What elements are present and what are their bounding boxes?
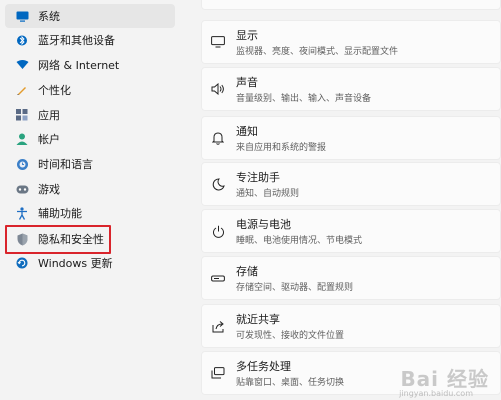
watermark-url: jingyan.baidu.com xyxy=(399,389,473,398)
person-icon xyxy=(15,132,29,146)
share-icon xyxy=(210,318,226,334)
gamepad-icon xyxy=(15,182,29,196)
accessibility-icon xyxy=(15,206,29,220)
card-title: 就近共享 xyxy=(236,313,280,326)
sidebar-item-gaming[interactable]: 游戏 xyxy=(5,177,175,201)
card-subtitle: 睡眠、电池使用情况、节电模式 xyxy=(236,236,363,246)
sidebar: 系统 蓝牙和其他设备 网络 & Internet 个性化 应用 帐户 时间和语言… xyxy=(0,0,185,400)
bell-icon xyxy=(210,130,226,146)
settings-card-focus-assist[interactable]: 专注助手 通知、自动规则 xyxy=(201,162,501,206)
settings-card-storage[interactable]: 存储 存储空间、驱动器、配置规则 xyxy=(201,256,501,300)
sidebar-item-label: 蓝牙和其他设备 xyxy=(38,34,115,47)
speaker-icon xyxy=(210,81,226,97)
card-subtitle: 存储空间、驱动器、配置规则 xyxy=(236,283,354,293)
update-icon xyxy=(15,256,29,270)
sidebar-item-apps[interactable]: 应用 xyxy=(5,103,175,127)
settings-panel: 显示 监视器、亮度、夜间模式、显示配置文件 声音 音量级别、输出、输入、声音设备… xyxy=(201,0,501,400)
card-subtitle: 贴靠窗口、桌面、任务切换 xyxy=(236,378,345,388)
storage-icon xyxy=(210,270,226,286)
card-subtitle: 监视器、亮度、夜间模式、显示配置文件 xyxy=(236,47,399,57)
pencil-icon xyxy=(15,83,29,97)
sidebar-item-label: 网络 & Internet xyxy=(38,59,120,72)
settings-card-partial xyxy=(201,0,501,10)
card-subtitle: 通知、自动规则 xyxy=(236,189,300,199)
bluetooth-icon xyxy=(15,33,29,47)
display-icon xyxy=(210,34,226,50)
sidebar-item-network[interactable]: 网络 & Internet xyxy=(5,53,175,77)
card-title: 声音 xyxy=(236,76,258,89)
card-subtitle: 可发现性、接收的文件位置 xyxy=(236,331,345,341)
monitor-icon xyxy=(15,9,29,23)
sidebar-item-label: 个性化 xyxy=(38,84,71,97)
sidebar-item-label: 系统 xyxy=(38,10,60,23)
sidebar-item-personalization[interactable]: 个性化 xyxy=(5,78,175,102)
sidebar-item-label: 游戏 xyxy=(38,183,60,196)
apps-icon xyxy=(15,108,29,122)
highlight-box xyxy=(5,225,111,254)
card-title: 多任务处理 xyxy=(236,360,291,373)
sidebar-item-accessibility[interactable]: 辅助功能 xyxy=(5,201,175,225)
sidebar-item-label: 帐户 xyxy=(38,133,60,146)
sidebar-item-label: 时间和语言 xyxy=(38,158,93,171)
sidebar-item-label: 辅助功能 xyxy=(38,207,82,220)
card-title: 电源与电池 xyxy=(236,218,291,231)
card-title: 显示 xyxy=(236,29,258,42)
wifi-icon xyxy=(15,58,29,72)
card-title: 专注助手 xyxy=(236,171,280,184)
card-subtitle: 来自应用和系统的警报 xyxy=(236,143,327,153)
sidebar-item-bluetooth[interactable]: 蓝牙和其他设备 xyxy=(5,28,175,52)
sidebar-item-accounts[interactable]: 帐户 xyxy=(5,127,175,151)
settings-card-notifications[interactable]: 通知 来自应用和系统的警报 xyxy=(201,116,501,160)
multitask-icon xyxy=(210,365,226,381)
sidebar-item-windows-update[interactable]: Windows 更新 xyxy=(5,251,175,275)
settings-card-nearby-sharing[interactable]: 就近共享 可发现性、接收的文件位置 xyxy=(201,304,501,348)
globe-clock-icon xyxy=(15,157,29,171)
watermark-logo: Bai 经验 xyxy=(400,367,489,391)
sidebar-item-label: 应用 xyxy=(38,109,60,122)
sidebar-item-system[interactable]: 系统 xyxy=(5,4,175,28)
settings-card-sound[interactable]: 声音 音量级别、输出、输入、声音设备 xyxy=(201,67,501,111)
sidebar-item-label: Windows 更新 xyxy=(38,257,113,270)
power-icon xyxy=(210,223,226,239)
sidebar-item-time-language[interactable]: 时间和语言 xyxy=(5,152,175,176)
settings-card-display[interactable]: 显示 监视器、亮度、夜间模式、显示配置文件 xyxy=(201,20,501,64)
moon-icon xyxy=(210,176,226,192)
card-title: 存储 xyxy=(236,265,258,278)
card-title: 通知 xyxy=(236,125,258,138)
settings-card-power-battery[interactable]: 电源与电池 睡眠、电池使用情况、节电模式 xyxy=(201,209,501,253)
card-subtitle: 音量级别、输出、输入、声音设备 xyxy=(236,94,372,104)
